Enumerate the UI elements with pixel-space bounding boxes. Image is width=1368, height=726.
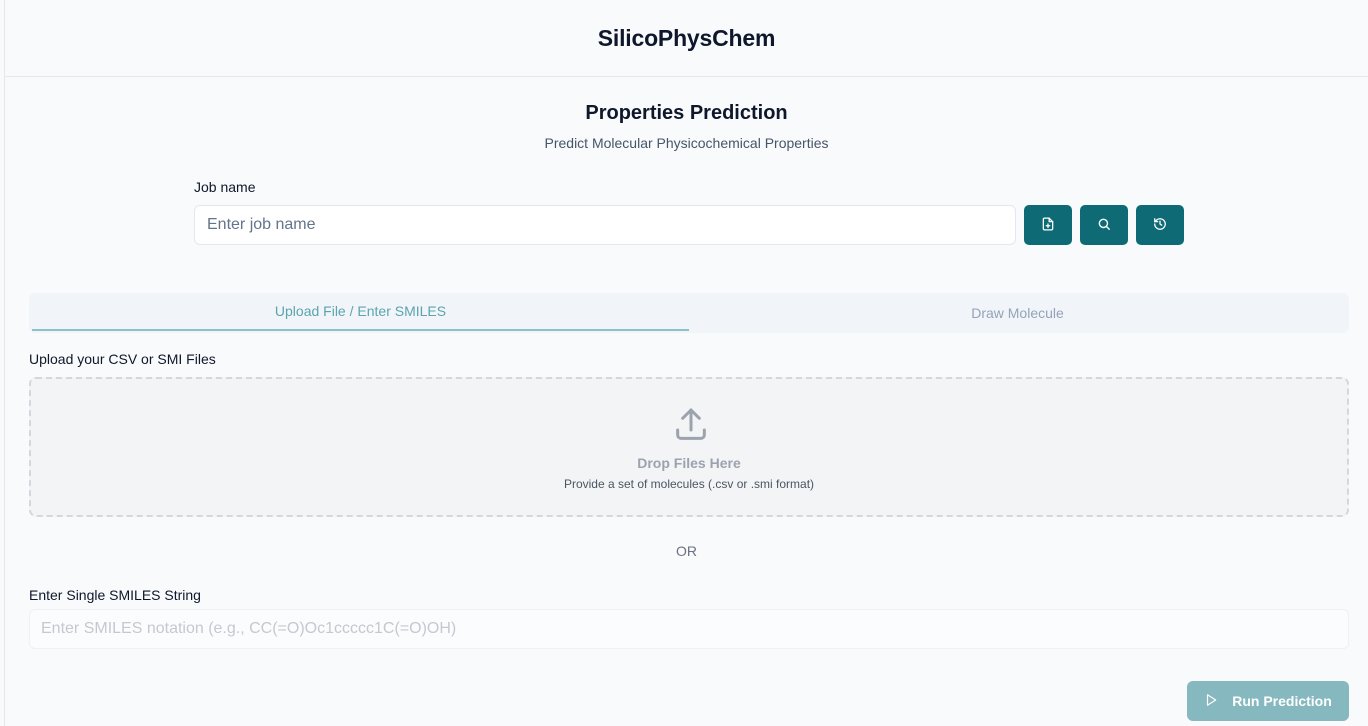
app-frame: SilicoPhysChem Properties Prediction Pre… [4, 0, 1368, 726]
upload-icon [671, 405, 711, 445]
upload-label: Upload your CSV or SMI Files [29, 351, 216, 367]
tab-draw-molecule[interactable]: Draw Molecule [689, 294, 1346, 332]
smiles-input[interactable] [29, 609, 1349, 649]
run-prediction-label: Run Prediction [1232, 693, 1332, 709]
new-job-button[interactable] [1024, 205, 1072, 245]
tab-upload-file[interactable]: Upload File / Enter SMILES [32, 293, 689, 331]
smiles-label: Enter Single SMILES String [29, 587, 201, 603]
app-header: SilicoPhysChem [5, 0, 1368, 77]
file-dropzone[interactable]: Drop Files Here Provide a set of molecul… [29, 377, 1349, 517]
input-mode-tabs: Upload File / Enter SMILES Draw Molecule [29, 293, 1349, 333]
job-name-label: Job name [194, 179, 256, 195]
job-name-input[interactable] [194, 205, 1016, 245]
run-prediction-button[interactable]: Run Prediction [1187, 681, 1349, 721]
file-plus-icon [1041, 217, 1055, 234]
dropzone-title: Drop Files Here [637, 455, 741, 471]
page-title: Properties Prediction [585, 102, 788, 124]
search-jobs-button[interactable] [1080, 205, 1128, 245]
search-icon [1097, 217, 1111, 234]
app-title: SilicoPhysChem [597, 24, 776, 51]
play-icon [1204, 693, 1218, 710]
or-divider: OR [676, 543, 697, 559]
page-subtitle: Predict Molecular Physicochemical Proper… [544, 135, 829, 151]
job-history-button[interactable] [1136, 205, 1184, 245]
dropzone-subtitle: Provide a set of molecules (.csv or .smi… [563, 477, 815, 491]
history-icon [1153, 217, 1167, 234]
